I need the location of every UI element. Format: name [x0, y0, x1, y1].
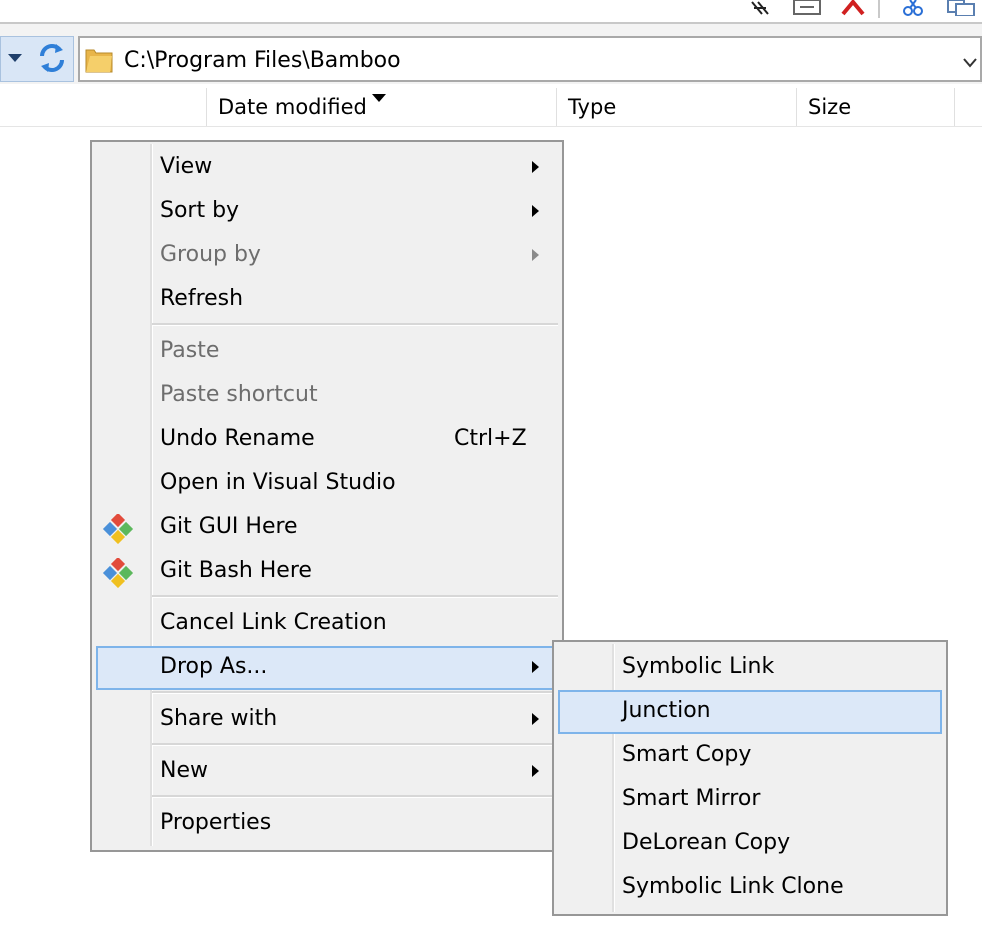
menu-separator	[152, 595, 558, 598]
toolbar-separator	[878, 0, 880, 18]
column-date-modified[interactable]: Date modified	[218, 92, 367, 122]
column-separator[interactable]	[206, 88, 207, 126]
refresh-icon[interactable]	[36, 40, 68, 76]
column-separator[interactable]	[954, 88, 955, 126]
submenu-arrow-icon	[532, 161, 539, 173]
submenu-item-symbolic-link-clone[interactable]: Symbolic Link Clone	[622, 865, 922, 909]
column-size[interactable]: Size	[808, 92, 851, 122]
menu-separator	[152, 691, 552, 694]
address-path: C:\Program Files\Bamboo	[124, 48, 401, 73]
git-icon	[102, 556, 134, 592]
submenu-item-junction[interactable]: Junction	[622, 689, 922, 733]
menu-item-view[interactable]: View	[160, 145, 550, 189]
submenu-item-symbolic-link[interactable]: Symbolic Link	[622, 645, 922, 689]
folder-icon	[84, 44, 114, 76]
menu-item-share-with[interactable]: Share with	[160, 697, 520, 741]
menu-item-undo-rename[interactable]: Undo Rename	[160, 417, 440, 461]
menu-item-sort-by[interactable]: Sort by	[160, 189, 550, 233]
menu-separator	[152, 743, 552, 746]
submenu-gutter	[612, 644, 615, 912]
column-separator[interactable]	[796, 88, 797, 126]
submenu-item-smart-mirror[interactable]: Smart Mirror	[622, 777, 922, 821]
menu-item-drop-as[interactable]: Drop As...	[160, 645, 520, 689]
menu-item-paste[interactable]: Paste	[160, 329, 550, 373]
sort-arrow-icon	[372, 94, 386, 102]
column-type[interactable]: Type	[568, 92, 616, 122]
menu-item-cancel-link-creation[interactable]: Cancel Link Creation	[160, 601, 550, 645]
git-icon	[102, 512, 134, 548]
menu-item-paste-shortcut[interactable]: Paste shortcut	[160, 373, 550, 417]
column-separator[interactable]	[556, 88, 557, 126]
submenu-arrow-icon	[532, 661, 539, 673]
history-dropdown-icon[interactable]	[8, 54, 22, 62]
menu-item-properties[interactable]: Properties	[160, 801, 520, 845]
copy-icon[interactable]	[944, 0, 978, 16]
menu-separator	[152, 795, 552, 798]
submenu-item-smart-copy[interactable]: Smart Copy	[622, 733, 922, 777]
menu-item-new[interactable]: New	[160, 749, 520, 793]
submenu-arrow-icon	[532, 765, 539, 777]
menu-item-open-in-visual-studio[interactable]: Open in Visual Studio	[160, 461, 550, 505]
toolbar-strip	[0, 0, 982, 24]
menu-item-group-by[interactable]: Group by	[160, 233, 550, 277]
delete-icon[interactable]	[838, 0, 868, 16]
submenu-item-delorean-copy[interactable]: DeLorean Copy	[622, 821, 922, 865]
cut-icon[interactable]	[900, 0, 926, 16]
menu-item-git-bash-here[interactable]: Git Bash Here	[160, 549, 550, 593]
menu-gutter	[150, 144, 153, 846]
menu-item-refresh[interactable]: Refresh	[160, 277, 550, 321]
submenu-arrow-icon	[532, 249, 539, 261]
submenu-arrow-icon	[532, 205, 539, 217]
submenu-arrow-icon	[532, 713, 539, 725]
undo-shortcut-label: Ctrl+Z	[454, 426, 527, 451]
menu-separator	[152, 323, 558, 326]
menu-item-git-gui-here[interactable]: Git GUI Here	[160, 505, 550, 549]
pin-icon[interactable]	[748, 0, 774, 16]
address-dropdown-icon[interactable]	[962, 54, 978, 73]
properties-icon[interactable]	[790, 0, 824, 16]
